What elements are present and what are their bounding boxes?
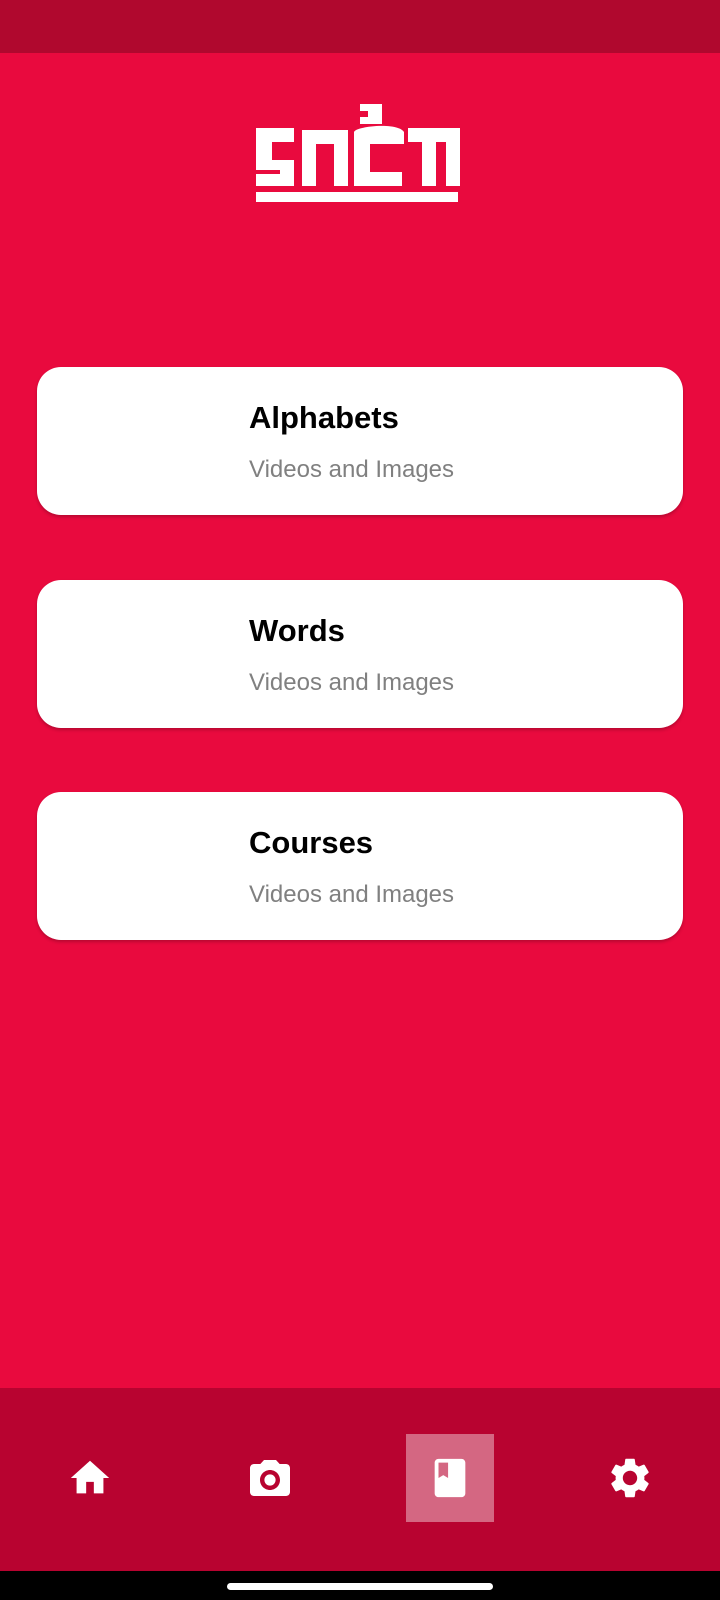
- nav-library-button[interactable]: [406, 1434, 494, 1522]
- card-title: Words: [249, 613, 345, 648]
- status-bar: [0, 0, 720, 53]
- book-icon: [434, 1458, 466, 1498]
- nav-camera-button[interactable]: [226, 1434, 314, 1522]
- nav-home-button[interactable]: [46, 1434, 134, 1522]
- home-icon: [70, 1460, 110, 1494]
- gear-icon: [611, 1458, 649, 1498]
- logo-mark: [256, 104, 460, 202]
- card-subtitle: Videos and Images: [249, 669, 455, 696]
- home-indicator[interactable]: [227, 1583, 493, 1590]
- bottom-navigation: [0, 1388, 720, 1571]
- card-subtitle: Videos and Images: [249, 456, 455, 483]
- words-card[interactable]: Words Videos and Images: [37, 580, 683, 728]
- courses-card[interactable]: Courses Videos and Images: [37, 792, 683, 940]
- card-title: Courses: [249, 825, 374, 860]
- alphabets-card[interactable]: Alphabets Videos and Images: [37, 367, 683, 515]
- nav-settings-button[interactable]: [586, 1434, 674, 1522]
- card-title: Alphabets: [249, 400, 399, 435]
- camera-icon: [250, 1460, 290, 1496]
- card-subtitle: Videos and Images: [249, 881, 455, 908]
- app-logo: [252, 102, 468, 214]
